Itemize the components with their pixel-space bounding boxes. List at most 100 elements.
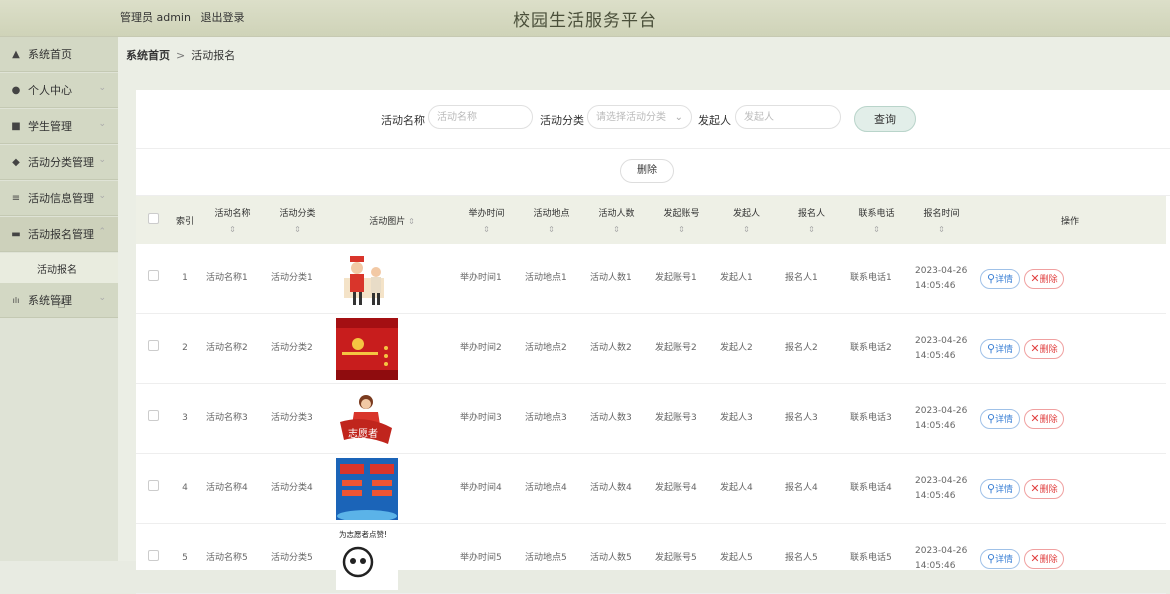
close-icon: ✕ xyxy=(1030,551,1040,565)
row-checkbox[interactable] xyxy=(147,550,159,561)
delete-button[interactable]: ✕删除 xyxy=(1024,338,1064,359)
chevron-down-icon: ⌄ xyxy=(98,155,106,165)
detail-label: 详情 xyxy=(995,554,1014,565)
activity-image: 志愿者 xyxy=(336,387,448,450)
cell-applicant: 报名人2 xyxy=(779,313,844,384)
detail-button[interactable]: ⚲详情 xyxy=(980,268,1020,289)
cell-phone: 联系电话4 xyxy=(844,453,909,524)
breadcrumb: 系统首页 > 活动报名 xyxy=(126,47,235,63)
cell-actions: ⚲详情 ✕删除 xyxy=(974,383,1166,454)
breadcrumb-separator: > xyxy=(176,49,186,62)
organizer-input[interactable]: 发起人 xyxy=(735,105,841,129)
cell-phone: 联系电话3 xyxy=(844,383,909,454)
sort-icon: ⇕ xyxy=(229,225,236,234)
delete-button[interactable]: ✕删除 xyxy=(1024,408,1064,429)
header-place[interactable]: 活动地点 ⇕ xyxy=(519,196,584,244)
delete-button[interactable]: ✕删除 xyxy=(1024,548,1064,569)
header-signup-time[interactable]: 报名时间 ⇕ xyxy=(909,196,974,244)
select-all-checkbox[interactable] xyxy=(147,213,159,224)
row-checkbox[interactable] xyxy=(147,410,159,421)
breadcrumb-home[interactable]: 系统首页 xyxy=(126,49,170,62)
delete-label: 删除 xyxy=(1039,344,1058,355)
header-count[interactable]: 活动人数 ⇕ xyxy=(584,196,649,244)
header-phone[interactable]: 联系电话 ⇕ xyxy=(844,196,909,244)
sidebar-subitem-signup[interactable]: 活动报名 xyxy=(0,253,118,283)
header-organizer[interactable]: 发起人 ⇕ xyxy=(714,196,779,244)
cell-place: 活动地点3 xyxy=(519,383,584,454)
sidebar-item-label: 活动报名管理 xyxy=(28,228,94,241)
sort-icon: ⇕ xyxy=(408,216,415,226)
top-bar: 管理员 admin 退出登录 校园生活服务平台 xyxy=(0,0,1170,37)
cell-image xyxy=(330,244,454,314)
detail-button[interactable]: ⚲详情 xyxy=(980,408,1020,429)
sidebar-item-info[interactable]: ≡ 活动信息管理 ⌄ xyxy=(0,181,118,216)
header-image[interactable]: 活动图片 ⇕ xyxy=(330,196,454,244)
cell-name: 活动名称4 xyxy=(200,453,265,524)
row-checkbox[interactable] xyxy=(147,480,159,491)
search-icon: ⚲ xyxy=(986,271,996,285)
sidebar-item-home[interactable]: ▲ 系统首页 xyxy=(0,37,118,72)
chevron-down-icon: ⌄ xyxy=(98,191,106,201)
detail-button[interactable]: ⚲详情 xyxy=(980,478,1020,499)
header-name[interactable]: 活动名称 ⇕ xyxy=(200,196,265,244)
cell-category: 活动分类4 xyxy=(265,453,330,524)
cell-time: 举办时间2 xyxy=(454,313,519,384)
cell-time: 举办时间1 xyxy=(454,244,519,314)
cell-applicant: 报名人3 xyxy=(779,383,844,454)
cell-count: 活动人数1 xyxy=(584,244,649,314)
close-icon: ✕ xyxy=(1030,341,1040,355)
search-icon: ⚲ xyxy=(986,411,996,425)
action-row: 删除 xyxy=(136,149,1170,196)
cell-applicant: 报名人1 xyxy=(779,244,844,314)
sort-icon: ⇕ xyxy=(743,225,750,234)
category-select[interactable]: 请选择活动分类 ⌄ xyxy=(587,105,692,129)
cell-time: 举办时间3 xyxy=(454,383,519,454)
sidebar-item-students[interactable]: ■ 学生管理 ⌄ xyxy=(0,109,118,144)
query-button[interactable]: 查询 xyxy=(854,106,916,132)
row-checkbox[interactable] xyxy=(147,340,159,351)
cell-count: 活动人数5 xyxy=(584,523,649,594)
header-category[interactable]: 活动分类 ⇕ xyxy=(265,196,330,244)
category-icon: ◆ xyxy=(12,156,20,168)
batch-delete-button[interactable]: 删除 xyxy=(620,159,674,183)
detail-label: 详情 xyxy=(995,274,1014,285)
delete-button[interactable]: ✕删除 xyxy=(1024,268,1064,289)
sort-icon: ⇕ xyxy=(613,225,620,234)
chevron-up-icon: ⌃ xyxy=(98,227,106,237)
cell-signup-time: 2023-04-26 14:05:46 xyxy=(909,453,974,524)
cell-category: 活动分类5 xyxy=(265,523,330,594)
sidebar-item-label: 系统首页 xyxy=(28,48,72,61)
detail-button[interactable]: ⚲详情 xyxy=(980,548,1020,569)
cell-account: 发起账号3 xyxy=(649,383,714,454)
signup-icon: ▬ xyxy=(11,228,21,240)
cell-image: 志愿者 xyxy=(330,383,454,454)
cell-index: 5 xyxy=(170,523,200,594)
chevron-down-icon: ⌄ xyxy=(674,112,683,123)
sort-icon: ⇕ xyxy=(873,225,880,234)
header-time[interactable]: 举办时间 ⇕ xyxy=(454,196,519,244)
activity-image xyxy=(336,317,448,380)
cell-signup-time: 2023-04-26 14:05:46 xyxy=(909,383,974,454)
cell-organizer: 发起人4 xyxy=(714,453,779,524)
sidebar-item-personal[interactable]: ● 个人中心 ⌄ xyxy=(0,73,118,108)
close-icon: ✕ xyxy=(1030,271,1040,285)
row-checkbox[interactable] xyxy=(147,270,159,281)
activity-name-input[interactable]: 活动名称 xyxy=(428,105,533,129)
delete-button[interactable]: ✕删除 xyxy=(1024,478,1064,499)
cell-category: 活动分类2 xyxy=(265,313,330,384)
cell-index: 2 xyxy=(170,313,200,384)
cell-image xyxy=(330,313,454,384)
detail-button[interactable]: ⚲详情 xyxy=(980,338,1020,359)
cell-applicant: 报名人4 xyxy=(779,453,844,524)
sidebar-item-signup[interactable]: ▬ 活动报名管理 ⌃ xyxy=(0,217,118,252)
header-index[interactable]: 索引 xyxy=(170,196,200,244)
cell-phone: 联系电话5 xyxy=(844,523,909,594)
delete-label: 删除 xyxy=(1039,554,1058,565)
sidebar-item-category[interactable]: ◆ 活动分类管理 ⌄ xyxy=(0,145,118,180)
cell-image: 为志愿者点赞! xyxy=(330,523,454,594)
cell-account: 发起账号1 xyxy=(649,244,714,314)
header-applicant[interactable]: 报名人 ⇕ xyxy=(779,196,844,244)
activity-image xyxy=(336,457,448,520)
header-account[interactable]: 发起账号 ⇕ xyxy=(649,196,714,244)
table-row: 3 活动名称3 活动分类3 志愿者 举办时间3 活动地点3 活动人数3 发起账号3 发起人3 报名… xyxy=(136,383,1166,454)
